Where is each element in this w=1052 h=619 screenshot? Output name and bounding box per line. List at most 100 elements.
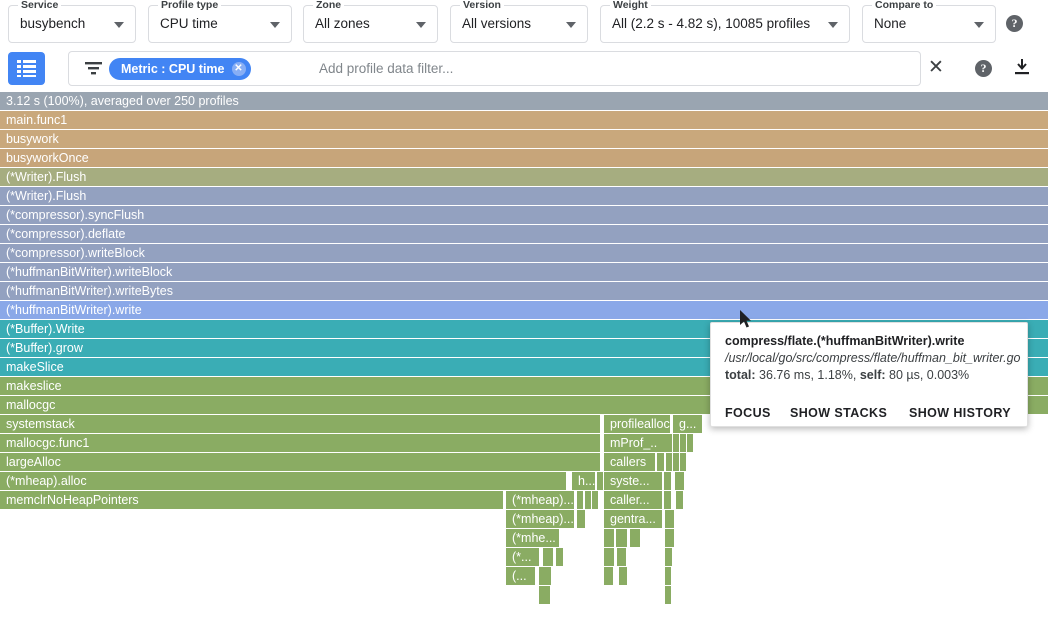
flame-frame[interactable]: gentra... bbox=[604, 510, 662, 528]
help-icon[interactable]: ? bbox=[975, 60, 992, 77]
flame-frame[interactable]: (*huffmanBitWriter).write bbox=[0, 301, 1048, 319]
flame-frame[interactable]: profilealloc... bbox=[604, 415, 670, 433]
flame-frame[interactable]: largeAlloc bbox=[0, 453, 600, 471]
flame-frame[interactable] bbox=[630, 529, 640, 547]
profile-data-filter-input[interactable]: Metric : CPU time ✕ Add profile data fil… bbox=[68, 51, 921, 86]
flame-frame[interactable] bbox=[604, 567, 613, 585]
flame-frame[interactable] bbox=[539, 586, 550, 604]
flame-frame[interactable]: mallocgc.func1 bbox=[0, 434, 600, 452]
weight-value: All (2.2 s - 4.82 s), 10085 profiles bbox=[612, 16, 810, 31]
flame-frame[interactable]: (*Writer).Flush bbox=[0, 187, 1048, 205]
chevron-down-icon[interactable] bbox=[974, 22, 984, 28]
service-select[interactable]: Service busybench bbox=[8, 5, 136, 43]
flame-frame[interactable] bbox=[665, 548, 672, 566]
flame-frame[interactable]: callers bbox=[604, 453, 655, 471]
download-glyph bbox=[1013, 58, 1031, 76]
flame-frame[interactable]: memclrNoHeapPointers bbox=[0, 491, 503, 509]
flame-frame[interactable] bbox=[585, 491, 591, 509]
flame-frame[interactable] bbox=[604, 529, 614, 547]
flame-frame[interactable] bbox=[675, 472, 684, 490]
flame-frame[interactable] bbox=[657, 453, 664, 471]
flame-frame[interactable]: busyworkOnce bbox=[0, 149, 1048, 167]
flame-frame[interactable] bbox=[680, 434, 686, 452]
version-label: Version bbox=[460, 0, 504, 11]
flame-frame[interactable] bbox=[616, 529, 627, 547]
flame-frame[interactable] bbox=[665, 529, 674, 547]
flame-frame[interactable] bbox=[592, 491, 598, 509]
flame-frame[interactable] bbox=[680, 453, 686, 471]
chevron-down-icon[interactable] bbox=[416, 22, 426, 28]
compare-to-select[interactable]: Compare to None bbox=[862, 5, 996, 43]
flame-frame[interactable]: 3.12 s (100%), averaged over 250 profile… bbox=[0, 92, 1048, 110]
filter-funnel-icon[interactable] bbox=[85, 61, 102, 82]
flame-frame[interactable] bbox=[597, 472, 603, 490]
flame-frame[interactable] bbox=[664, 472, 671, 490]
chip-remove-icon[interactable]: ✕ bbox=[232, 62, 246, 76]
compare-to-value: None bbox=[874, 16, 906, 31]
tooltip-source-path: /usr/local/go/src/compress/flate/huffman… bbox=[725, 351, 1021, 365]
flame-frame[interactable] bbox=[673, 453, 679, 471]
flame-frame[interactable]: (*compressor).writeBlock bbox=[0, 244, 1048, 262]
flame-frame[interactable] bbox=[604, 548, 614, 566]
flame-frame[interactable]: (*huffmanBitWriter).writeBlock bbox=[0, 263, 1048, 281]
flame-frame[interactable] bbox=[657, 434, 664, 452]
flame-frame[interactable]: caller... bbox=[604, 491, 662, 509]
flame-frame[interactable]: (*Writer).Flush bbox=[0, 168, 1048, 186]
list-view-icon[interactable] bbox=[8, 52, 45, 85]
weight-label: Weight bbox=[610, 0, 651, 11]
flame-frame[interactable] bbox=[665, 567, 671, 585]
frame-tooltip: compress/flate.(*huffmanBitWriter).write… bbox=[710, 322, 1028, 427]
help-icon[interactable]: ? bbox=[1006, 15, 1023, 32]
flame-frame[interactable]: (*compressor).syncFlush bbox=[0, 206, 1048, 224]
flame-frame[interactable] bbox=[543, 548, 553, 566]
flame-frame[interactable] bbox=[673, 434, 679, 452]
flame-frame[interactable]: (*huffmanBitWriter).writeBytes bbox=[0, 282, 1048, 300]
flame-frame[interactable]: (*mheap).... bbox=[506, 491, 574, 509]
download-icon[interactable] bbox=[1013, 58, 1031, 81]
flame-frame[interactable] bbox=[665, 510, 674, 528]
profile-type-select[interactable]: Profile type CPU time bbox=[148, 5, 292, 43]
flame-frame[interactable] bbox=[556, 548, 563, 566]
flame-frame[interactable]: h... bbox=[572, 472, 595, 490]
flame-frame[interactable]: (*mhe... bbox=[506, 529, 559, 547]
flame-frame[interactable] bbox=[666, 434, 672, 452]
zone-select[interactable]: Zone All zones bbox=[303, 5, 438, 43]
focus-button[interactable]: FOCUS bbox=[725, 399, 771, 427]
chevron-down-icon[interactable] bbox=[270, 22, 280, 28]
compare-to-label: Compare to bbox=[872, 0, 936, 11]
flame-frame[interactable]: (*mheap).alloc bbox=[0, 472, 566, 490]
flame-frame[interactable]: busywork bbox=[0, 130, 1048, 148]
filter-funnel-glyph bbox=[85, 61, 102, 77]
tooltip-total-label: total: bbox=[725, 368, 756, 382]
flame-frame[interactable] bbox=[619, 567, 627, 585]
flame-frame[interactable] bbox=[676, 491, 683, 509]
flame-frame[interactable]: (*... bbox=[506, 548, 539, 566]
flame-frame[interactable]: main.func1 bbox=[0, 111, 1048, 129]
show-stacks-button[interactable]: SHOW STACKS bbox=[790, 399, 887, 427]
flame-frame[interactable]: (... bbox=[506, 567, 535, 585]
flame-frame[interactable]: (*mheap).... bbox=[506, 510, 574, 528]
version-select[interactable]: Version All versions bbox=[450, 5, 588, 43]
flame-frame[interactable]: syste... bbox=[604, 472, 662, 490]
flame-frame[interactable] bbox=[539, 567, 551, 585]
flame-frame[interactable]: (*compressor).deflate bbox=[0, 225, 1048, 243]
profile-type-value: CPU time bbox=[160, 16, 218, 31]
chevron-down-icon[interactable] bbox=[114, 22, 124, 28]
flame-frame[interactable]: g... bbox=[673, 415, 702, 433]
flame-frame[interactable]: systemstack bbox=[0, 415, 600, 433]
chevron-down-icon[interactable] bbox=[566, 22, 576, 28]
flame-frame[interactable] bbox=[664, 491, 671, 509]
flame-frame[interactable] bbox=[665, 586, 671, 604]
weight-select[interactable]: Weight All (2.2 s - 4.82 s), 10085 profi… bbox=[600, 5, 850, 43]
flame-frame[interactable] bbox=[577, 510, 585, 528]
clear-filter-button[interactable]: ✕ bbox=[928, 58, 944, 77]
flame-frame[interactable] bbox=[617, 548, 626, 566]
show-history-button[interactable]: SHOW HISTORY bbox=[909, 399, 1011, 427]
zone-value: All zones bbox=[315, 16, 370, 31]
metric-filter-chip[interactable]: Metric : CPU time ✕ bbox=[109, 58, 251, 80]
flame-frame[interactable] bbox=[577, 491, 583, 509]
flame-frame[interactable] bbox=[666, 453, 672, 471]
flame-frame[interactable] bbox=[687, 434, 693, 452]
chevron-down-icon[interactable] bbox=[828, 22, 838, 28]
list-view-glyph bbox=[17, 59, 36, 78]
